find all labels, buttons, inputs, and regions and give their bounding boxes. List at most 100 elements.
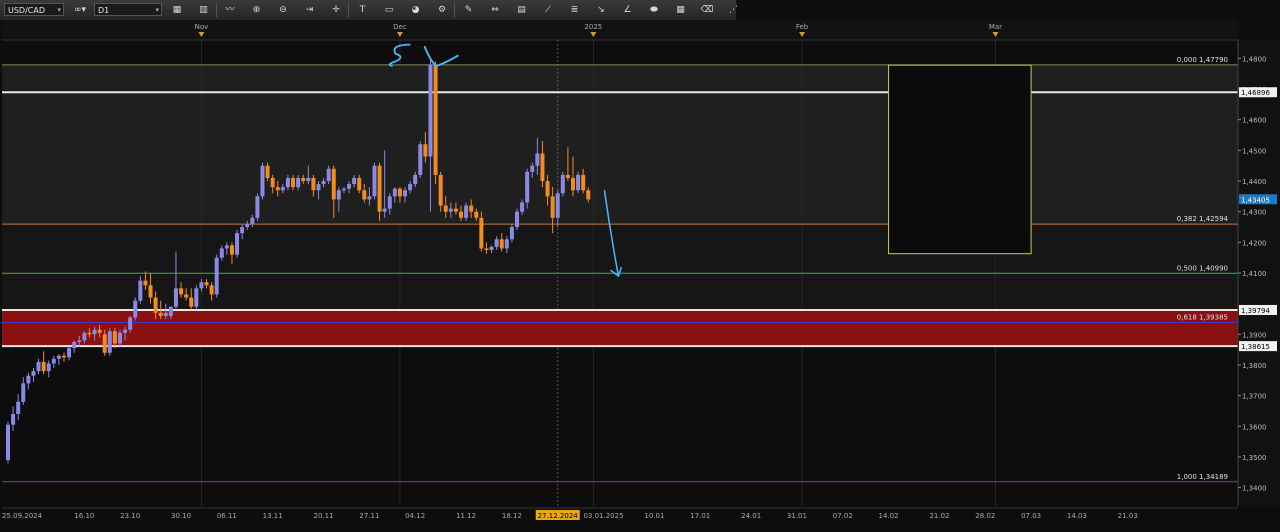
candle-body (484, 248, 489, 251)
candle-body (72, 341, 77, 349)
candle-body (112, 331, 117, 344)
candle-body (41, 361, 46, 372)
candle-body (87, 332, 92, 335)
trend-channel-icon[interactable]: ▤ (515, 3, 529, 17)
text-tool-icon[interactable]: T (356, 3, 370, 17)
fib-level-label: 0,382 1,42594 (1177, 215, 1229, 223)
candle-body (143, 280, 148, 286)
settings-icon[interactable]: ⚙ (435, 3, 449, 17)
candle-body (494, 239, 499, 247)
price-tick-label: 1,4200 (1242, 239, 1267, 247)
price-tick-label: 1,4600 (1242, 117, 1267, 125)
candle-body (321, 181, 326, 185)
palette-icon[interactable]: ◕ (409, 3, 423, 17)
candle-body (535, 153, 540, 166)
candle-body (46, 363, 51, 372)
ray-icon[interactable]: ↘ (594, 3, 608, 17)
candle-body (570, 177, 575, 191)
candle-body (92, 329, 97, 335)
candle-body (403, 190, 408, 197)
candle-body (525, 171, 530, 203)
bottom-time-label: 18.12 (502, 512, 522, 520)
candle-body (235, 233, 240, 255)
bar-chart-icon[interactable]: ▥ (197, 3, 211, 17)
timeframe-selector[interactable]: D1 ▾ (94, 3, 162, 16)
angle-icon[interactable]: ∠ (621, 3, 635, 17)
candle-body (392, 188, 397, 197)
shape-icon[interactable]: ⬬ (647, 3, 661, 17)
candle-body (117, 332, 122, 344)
candle-body (123, 329, 128, 333)
chain-link-icon[interactable]: ∞▾ (68, 3, 92, 17)
candle-body (97, 329, 102, 333)
candle-body (540, 153, 545, 182)
zoom-out-icon[interactable]: ⊖ (276, 3, 290, 17)
price-tick-label: 1,4800 (1242, 55, 1267, 63)
pencil-icon[interactable]: ✎ (462, 3, 476, 17)
candle-body (423, 144, 428, 157)
candle-body (291, 177, 296, 188)
symbol-selector[interactable]: USD/CAD ▾ (4, 3, 64, 16)
candle-body (306, 177, 311, 182)
candle-body (520, 202, 525, 212)
candle-body (459, 211, 464, 218)
fib-upper-shade (2, 64, 1238, 225)
candle-body (77, 340, 82, 342)
candle-body (560, 174, 565, 194)
line-chart-icon[interactable]: 〰 (223, 3, 237, 17)
grid-icon[interactable]: ▦ (674, 3, 688, 17)
chart-type-icon[interactable]: ▦ (170, 3, 184, 17)
candle-body (102, 334, 107, 353)
candle-body (372, 165, 377, 197)
candle-body (133, 300, 138, 318)
candle-body (163, 312, 168, 316)
candle-body (260, 165, 265, 197)
candle-body (265, 165, 270, 178)
candle-body (240, 227, 245, 234)
candle-body (138, 280, 143, 301)
price-tick-label: 1,4500 (1242, 147, 1267, 155)
candle-body (555, 193, 560, 218)
zoom-in-icon[interactable]: ⊕ (250, 3, 264, 17)
fibonacci-icon[interactable]: ≣ (568, 3, 582, 17)
candle-body (250, 217, 255, 224)
price-chart[interactable]: 0,000 1,47790 0,382 1,42594 0,500 1,40990 0… (0, 20, 1280, 528)
candle-body (82, 332, 87, 341)
note-icon[interactable]: ▭ (382, 3, 396, 17)
price-tick-label: 1,3900 (1242, 331, 1267, 339)
candle-body (11, 414, 16, 425)
candlestick-chart[interactable]: 0,000 1,47790 0,382 1,42594 0,500 1,40990 0… (0, 20, 1280, 528)
crosshair-icon[interactable]: ✛ (329, 3, 343, 17)
candle-body (341, 188, 346, 191)
candle-body (509, 227, 514, 240)
candle-body (36, 361, 41, 372)
candle-body (255, 196, 260, 218)
candle-body (581, 174, 586, 191)
candle-body (530, 165, 535, 172)
candle-body (245, 223, 250, 228)
candle-body (173, 288, 178, 307)
candle-body (336, 190, 341, 200)
more-tools-icon[interactable]: ⋰ (727, 3, 741, 17)
candle-body (67, 348, 72, 358)
candle-body (565, 174, 570, 178)
top-time-label: Mar (989, 23, 1002, 31)
eraser-icon[interactable]: ⌫ (700, 3, 714, 17)
candle-body (515, 211, 519, 228)
bottom-time-label: 31.01 (787, 512, 807, 520)
bottom-time-label: 07.02 (833, 512, 853, 520)
bottom-time-label: 27.11 (359, 512, 379, 520)
candle-body (438, 174, 443, 206)
autoscroll-icon[interactable]: ⇥ (303, 3, 317, 17)
candle-body (214, 257, 219, 295)
candle-body (387, 196, 392, 209)
trend-line-icon[interactable]: ⟋ (541, 3, 555, 17)
candle-body (545, 181, 550, 197)
price-tick-label: 1,3800 (1242, 362, 1267, 370)
candle-body (61, 355, 66, 358)
candle-body (6, 424, 10, 461)
price-tick-label: 1,4100 (1242, 270, 1267, 278)
bottom-time-label: 14.02 (879, 512, 899, 520)
horizontal-line-icon[interactable]: ⇔ (488, 3, 502, 17)
candle-body (56, 355, 61, 359)
